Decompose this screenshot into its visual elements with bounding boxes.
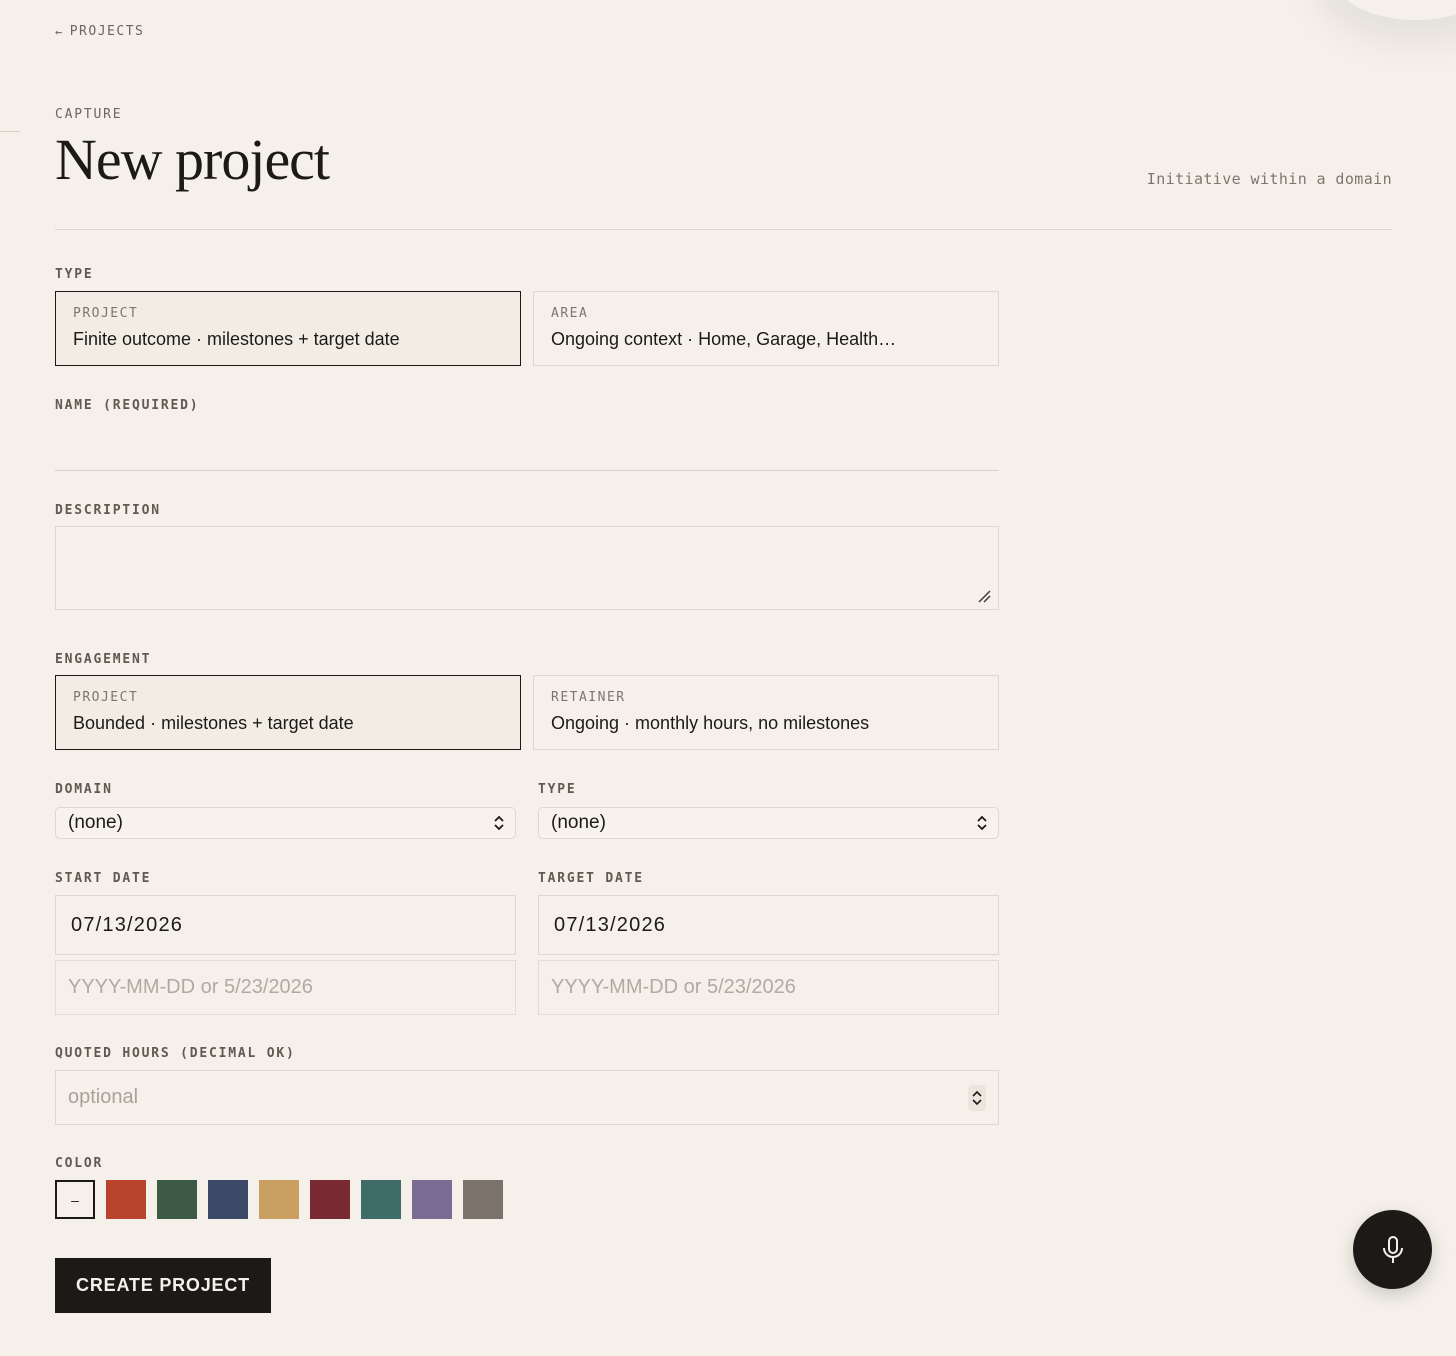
- color-label: COLOR: [55, 1156, 104, 1171]
- color-swatches: –: [55, 1180, 503, 1219]
- header-divider: [55, 229, 1392, 230]
- target-date-label: TARGET DATE: [538, 871, 644, 886]
- corner-shadow: [1336, 0, 1456, 20]
- color-swatch[interactable]: [208, 1180, 248, 1219]
- color-swatch[interactable]: [361, 1180, 401, 1219]
- type-option-description: Finite outcome · milestones + target dat…: [73, 329, 400, 349]
- color-swatch[interactable]: [259, 1180, 299, 1219]
- side-divider: [0, 131, 20, 132]
- quoted-hours-label: QUOTED HOURS (DECIMAL OK): [55, 1046, 296, 1061]
- start-date-input[interactable]: 07/13/2026: [55, 895, 516, 955]
- description-label: DESCRIPTION: [55, 503, 161, 518]
- color-swatch[interactable]: [463, 1180, 503, 1219]
- type-select[interactable]: (none): [538, 807, 999, 839]
- engagement-option-retainer[interactable]: RETAINER Ongoing · monthly hours, no mil…: [533, 675, 999, 750]
- type-option-title: PROJECT: [73, 306, 139, 321]
- type-select-label: TYPE: [538, 782, 577, 797]
- engagement-label: ENGAGEMENT: [55, 652, 152, 667]
- chevron-updown-icon: [977, 815, 987, 831]
- number-stepper[interactable]: [968, 1084, 986, 1111]
- engagement-option-description: Ongoing · monthly hours, no milestones: [551, 713, 870, 733]
- target-date-input[interactable]: 07/13/2026: [538, 895, 999, 955]
- engagement-option-title: PROJECT: [73, 690, 139, 705]
- create-project-button[interactable]: CREATE PROJECT: [55, 1258, 271, 1313]
- type-select-value: (none): [551, 812, 606, 833]
- color-swatch[interactable]: [412, 1180, 452, 1219]
- color-swatch-none[interactable]: –: [55, 1180, 95, 1219]
- back-to-projects-link[interactable]: ← PROJECTS: [55, 24, 144, 39]
- color-swatch[interactable]: [157, 1180, 197, 1219]
- type-option-description: Ongoing context · Home, Garage, Health…: [551, 329, 897, 349]
- type-option-project[interactable]: PROJECT Finite outcome · milestones + ta…: [55, 291, 521, 366]
- start-date-text-input[interactable]: YYYY-MM-DD or 5/23/2026: [55, 960, 516, 1015]
- name-input[interactable]: [55, 424, 999, 471]
- back-link-label: PROJECTS: [69, 24, 145, 39]
- chevron-updown-icon: [494, 815, 504, 831]
- domain-label: DOMAIN: [55, 782, 113, 797]
- microphone-icon: [1382, 1235, 1403, 1263]
- target-date-text-input[interactable]: YYYY-MM-DD or 5/23/2026: [538, 960, 999, 1015]
- engagement-option-title: RETAINER: [551, 690, 626, 705]
- page-subtitle: Initiative within a domain: [1146, 170, 1392, 188]
- engagement-option-description: Bounded · milestones + target date: [73, 713, 354, 733]
- domain-select-value: (none): [68, 812, 123, 833]
- domain-select[interactable]: (none): [55, 807, 516, 839]
- start-date-label: START DATE: [55, 871, 152, 886]
- engagement-option-project[interactable]: PROJECT Bounded · milestones + target da…: [55, 675, 521, 750]
- color-swatch[interactable]: [106, 1180, 146, 1219]
- type-label: TYPE: [55, 267, 94, 282]
- voice-capture-button[interactable]: [1353, 1210, 1432, 1289]
- page-title: New project: [55, 127, 330, 192]
- type-option-title: AREA: [551, 306, 589, 321]
- type-option-area[interactable]: AREA Ongoing context · Home, Garage, Hea…: [533, 291, 999, 366]
- name-label: NAME (REQUIRED): [55, 398, 200, 413]
- description-textarea[interactable]: [55, 526, 999, 610]
- quoted-hours-placeholder: optional: [68, 1086, 139, 1108]
- resize-grip-icon[interactable]: [977, 589, 991, 603]
- color-swatch[interactable]: [310, 1180, 350, 1219]
- quoted-hours-input[interactable]: optional: [55, 1070, 999, 1125]
- arrow-left-icon: ←: [55, 24, 64, 39]
- page-eyebrow: CAPTURE: [55, 107, 123, 122]
- chevron-updown-icon: [972, 1090, 982, 1105]
